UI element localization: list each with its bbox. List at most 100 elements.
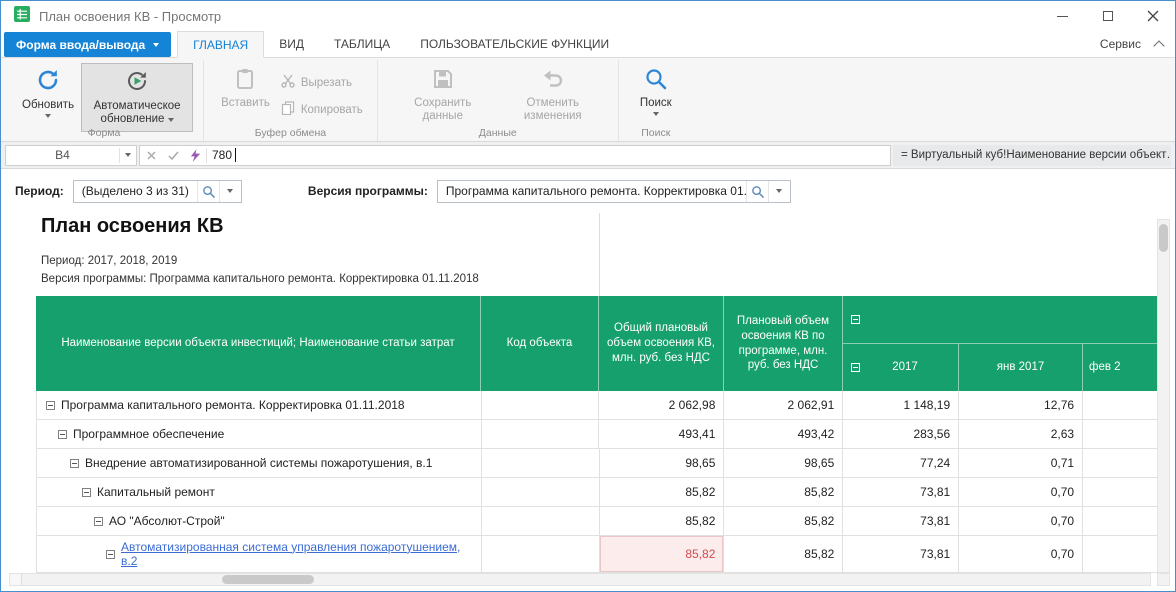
period-search-button[interactable]: [197, 181, 219, 202]
cell-total[interactable]: 85,82: [600, 507, 725, 536]
collapse-icon[interactable]: [851, 363, 860, 372]
cell-program[interactable]: 98,65: [724, 449, 843, 478]
cell-feb[interactable]: [1083, 478, 1159, 507]
period-filter-combo[interactable]: (Выделено 3 из 31): [73, 180, 242, 203]
undo-changes-button[interactable]: Отменить изменения: [498, 63, 608, 128]
version-filter-combo[interactable]: Программа капитального ремонта. Корректи…: [437, 180, 791, 203]
tab-glavnaya[interactable]: ГЛАВНАЯ: [177, 31, 264, 58]
header-feb-2017[interactable]: фев 2: [1083, 344, 1159, 391]
cell-feb[interactable]: [1083, 449, 1159, 478]
cell-code[interactable]: [482, 420, 600, 449]
cell-code[interactable]: [482, 478, 600, 507]
vertical-scrollbar-thumb[interactable]: [1159, 224, 1168, 252]
cell-year[interactable]: 73,81: [843, 507, 959, 536]
header-program[interactable]: Плановый объем освоения КВ по программе,…: [724, 296, 843, 391]
cell-name[interactable]: Капитальный ремонт: [37, 478, 482, 507]
io-form-button[interactable]: Форма ввода/вывода: [4, 32, 171, 57]
horizontal-scrollbar[interactable]: [9, 573, 1151, 586]
cell-feb[interactable]: [1083, 507, 1159, 536]
cell-year[interactable]: 77,24: [843, 449, 959, 478]
vertical-scrollbar[interactable]: [1157, 219, 1170, 573]
formula-input[interactable]: 780: [139, 145, 891, 166]
collapse-icon[interactable]: [94, 517, 103, 526]
cell-total[interactable]: 493,41: [599, 420, 724, 449]
cell-jan[interactable]: 0,70: [959, 536, 1083, 573]
cell-name[interactable]: АО "Абсолют-Строй": [37, 507, 482, 536]
paste-button[interactable]: Вставить: [214, 63, 277, 114]
function-button[interactable]: [184, 149, 206, 162]
cancel-icon: [147, 151, 156, 160]
save-data-button[interactable]: Сохранить данные: [388, 63, 498, 128]
cell-total-selected[interactable]: 85,82: [600, 536, 725, 573]
period-dropdown-button[interactable]: [219, 181, 241, 202]
tab-vid[interactable]: ВИД: [264, 31, 319, 57]
refresh-button[interactable]: Обновить: [15, 63, 81, 122]
cell-program[interactable]: 85,82: [724, 478, 843, 507]
header-name[interactable]: Наименование версии объекта инвестиций; …: [36, 296, 481, 391]
search-button[interactable]: Поиск: [629, 63, 683, 120]
minimize-button[interactable]: [1040, 1, 1085, 31]
collapse-icon[interactable]: [82, 488, 91, 497]
cell-jan[interactable]: 12,76: [959, 391, 1083, 420]
copy-button[interactable]: Копировать: [277, 100, 367, 119]
header-year-2017[interactable]: 2017: [843, 344, 959, 391]
horizontal-scrollbar-thumb[interactable]: [222, 575, 314, 584]
collapse-icon[interactable]: [70, 459, 79, 468]
paste-icon: [233, 67, 257, 95]
cell-code[interactable]: [482, 536, 600, 573]
collapse-icon[interactable]: [851, 315, 860, 324]
version-dropdown-button[interactable]: [768, 181, 790, 202]
header-jan-2017[interactable]: янв 2017: [959, 344, 1083, 391]
cell-feb[interactable]: [1083, 391, 1159, 420]
collapse-icon[interactable]: [46, 401, 55, 410]
cell-code[interactable]: [482, 449, 600, 478]
collapse-icon[interactable]: [58, 430, 67, 439]
cell-jan[interactable]: 0,70: [959, 507, 1083, 536]
maximize-button[interactable]: [1085, 1, 1130, 31]
cell-name[interactable]: Программное обеспечение: [37, 420, 482, 449]
ribbon-group-clipboard: Вставить Вырезать Копировать Буфер обмен…: [203, 60, 377, 141]
auto-refresh-button[interactable]: Автоматическое обновление: [81, 63, 193, 132]
confirm-entry-button[interactable]: [162, 151, 184, 160]
cell-feb[interactable]: [1083, 420, 1159, 449]
cell-program[interactable]: 85,82: [724, 507, 843, 536]
version-search-button[interactable]: [746, 181, 768, 202]
cancel-entry-button[interactable]: [140, 151, 162, 160]
cell-name[interactable]: Автоматизированная система управления по…: [37, 536, 482, 573]
period-group-header[interactable]: [843, 296, 1159, 344]
lightning-icon: [190, 149, 201, 162]
tab-tablitsa[interactable]: ТАБЛИЦА: [319, 31, 405, 57]
collapse-ribbon-icon[interactable]: [1153, 40, 1164, 51]
header-code[interactable]: Код объекта: [481, 296, 599, 391]
close-button[interactable]: [1130, 1, 1175, 31]
cell-jan[interactable]: 0,70: [959, 478, 1083, 507]
cell-year[interactable]: 1 148,19: [843, 391, 959, 420]
object-link[interactable]: Автоматизированная система управления по…: [121, 540, 475, 569]
cell-feb[interactable]: [1083, 536, 1159, 573]
header-total[interactable]: Общий плановый объем освоения КВ, млн. р…: [599, 296, 724, 391]
cell-jan[interactable]: 2,63: [959, 420, 1083, 449]
cell-name[interactable]: Внедрение автоматизированной системы пож…: [37, 449, 482, 478]
cell-total[interactable]: 85,82: [600, 478, 725, 507]
cut-button[interactable]: Вырезать: [277, 73, 367, 92]
cell-code[interactable]: [482, 507, 600, 536]
group-label-form: Форма: [5, 127, 203, 139]
cell-code[interactable]: [482, 391, 600, 420]
cell-total[interactable]: 98,65: [600, 449, 725, 478]
tab-user-functions[interactable]: ПОЛЬЗОВАТЕЛЬСКИЕ ФУНКЦИИ: [405, 31, 624, 57]
chevron-down-icon: [45, 114, 51, 118]
collapse-icon[interactable]: [106, 550, 115, 559]
cell-program[interactable]: 2 062,91: [724, 391, 843, 420]
cell-reference-box[interactable]: B4: [5, 145, 137, 166]
cell-jan[interactable]: 0,71: [959, 449, 1083, 478]
cell-program[interactable]: 493,42: [724, 420, 843, 449]
service-menu[interactable]: Сервис: [1100, 37, 1141, 51]
scrollbar-splitter[interactable]: [10, 574, 22, 585]
cell-total[interactable]: 2 062,98: [599, 391, 724, 420]
cell-program[interactable]: 85,82: [724, 536, 843, 573]
cell-year[interactable]: 283,56: [843, 420, 959, 449]
cell-name[interactable]: Программа капитального ремонта. Корректи…: [37, 391, 482, 420]
table-row: Программное обеспечение 493,41493,42283,5…: [37, 420, 1159, 449]
cell-year[interactable]: 73,81: [843, 478, 959, 507]
cell-year[interactable]: 73,81: [843, 536, 959, 573]
